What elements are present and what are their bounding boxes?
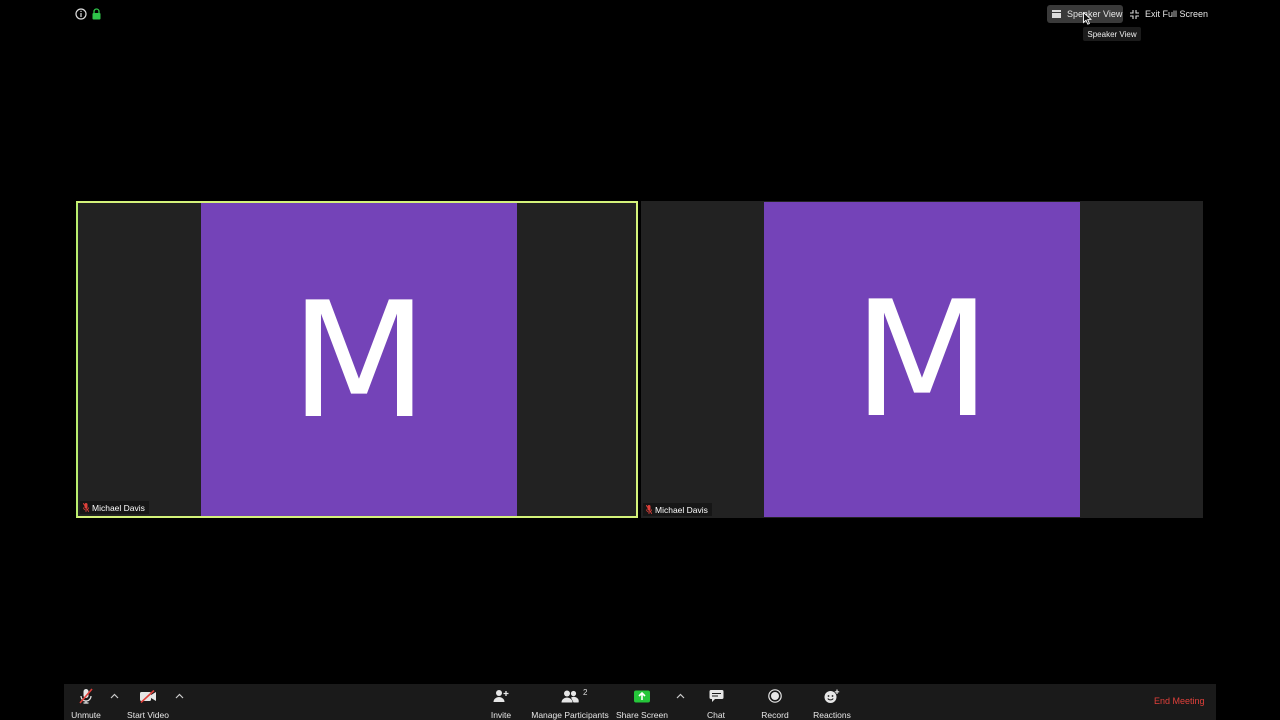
participants-icon [561,690,579,702]
chevron-up-icon[interactable] [110,692,119,700]
video-tile[interactable]: M Michael Davis [641,201,1203,518]
tooltip: Speaker View [1083,27,1141,41]
record-button[interactable]: Record [757,684,793,720]
speaker-view-icon [1052,10,1061,18]
mic-muted-icon [83,503,89,512]
invite-label: Invite [490,710,512,720]
chat-button[interactable]: Chat [702,684,730,720]
end-meeting-button[interactable]: End Meeting [1154,696,1205,706]
share-screen-icon [634,690,650,702]
chat-label: Chat [707,710,725,720]
invite-button[interactable]: Invite [485,684,517,720]
reactions-label: Reactions [813,710,851,720]
meeting-toolbar: Unmute Start Video Invite Manage Partici… [64,684,1216,720]
video-tile-active[interactable]: M Michael Davis [76,201,638,518]
add-user-icon [493,690,509,702]
emoji-add-icon [824,689,840,703]
participant-name: Michael Davis [92,502,145,513]
speaker-view-label: Speaker View [1067,9,1123,19]
share-screen-button[interactable]: Share Screen [616,684,668,720]
manage-participants-label: Manage Participants [531,710,609,720]
microphone-muted-icon [79,688,93,704]
participant-nameplate: Michael Davis [80,501,149,514]
avatar-initial: M [852,265,992,453]
participant-count-badge: 2 [583,688,588,697]
avatar: M [201,203,517,516]
info-icon[interactable] [75,8,87,20]
video-camera-off-icon [140,689,156,703]
unmute-button[interactable]: Unmute [68,684,104,720]
unmute-label: Unmute [71,710,101,720]
record-icon [768,689,782,703]
chevron-up-icon[interactable] [175,692,184,700]
start-video-button[interactable]: Start Video [124,684,172,720]
share-screen-label: Share Screen [616,710,668,720]
avatar-initial: M [289,266,429,454]
top-bar: Speaker View Exit Full Screen Speaker Vi… [0,0,1280,41]
lock-icon[interactable] [92,8,101,20]
exit-full-screen-label: Exit Full Screen [1145,9,1209,19]
avatar: M [764,202,1080,517]
participant-nameplate: Michael Davis [643,503,712,516]
exit-full-screen-button[interactable]: Exit Full Screen [1126,5,1212,23]
start-video-label: Start Video [127,710,169,720]
chat-bubble-icon [709,690,723,702]
chevron-up-icon[interactable] [676,692,685,700]
reactions-button[interactable]: Reactions [810,684,854,720]
mouse-cursor-icon [1083,12,1092,25]
manage-participants-button[interactable]: Manage Participants [530,684,610,720]
record-label: Record [761,710,789,720]
participant-name: Michael Davis [655,504,708,515]
mic-muted-icon [646,505,652,514]
exit-full-screen-icon [1130,9,1139,19]
